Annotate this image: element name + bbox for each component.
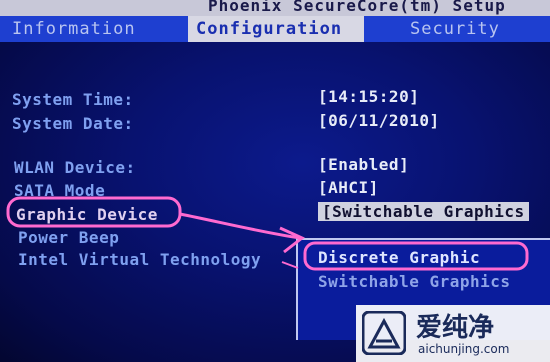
graphic-device-highlight <box>6 196 182 228</box>
arrow-line <box>179 212 301 240</box>
watermark-brand: 爱纯净 <box>416 313 495 343</box>
logo-icon <box>362 311 406 355</box>
discrete-option-highlight <box>303 241 529 271</box>
watermark-logo: 爱纯净 aichunjing.com <box>356 305 550 362</box>
arrow-tail <box>281 261 299 269</box>
watermark-url: aichunjing.com <box>418 342 510 356</box>
arrow-head <box>279 226 305 254</box>
bios-screen: Phoenix SecureCore(tm) Setup Information… <box>0 0 550 362</box>
